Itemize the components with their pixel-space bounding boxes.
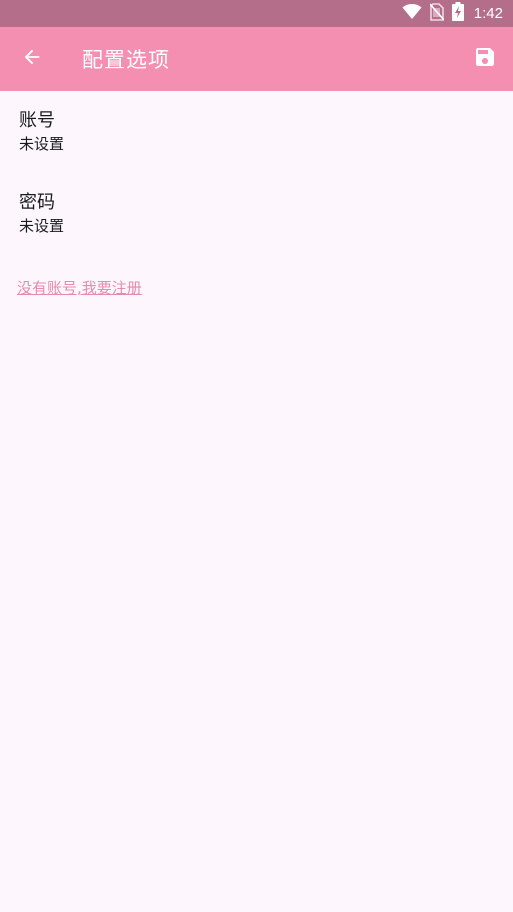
pref-summary-password: 未设置 xyxy=(19,217,65,235)
pref-summary-account: 未设置 xyxy=(19,135,65,153)
pref-item-password[interactable]: 密码 未设置 xyxy=(0,173,513,255)
page-title: 配置选项 xyxy=(82,48,170,72)
pref-title-account: 账号 xyxy=(19,110,55,131)
status-time: 1:42 xyxy=(473,5,503,22)
pref-item-account[interactable]: 账号 未设置 xyxy=(0,91,513,173)
status-bar: 1:42 xyxy=(0,0,513,27)
pref-title-password: 密码 xyxy=(19,192,55,213)
wifi-icon xyxy=(402,3,422,24)
status-icons: 1:42 xyxy=(402,2,503,25)
save-button[interactable] xyxy=(469,43,501,75)
register-link[interactable]: 没有账号,我要注册 xyxy=(17,277,142,298)
battery-charging-icon xyxy=(451,2,464,25)
toolbar: 配置选项 xyxy=(0,27,513,91)
arrow-back-icon xyxy=(21,46,43,72)
no-sim-icon xyxy=(429,2,445,25)
save-icon xyxy=(473,45,497,73)
back-button[interactable] xyxy=(0,27,64,91)
preferences-list: 账号 未设置 密码 未设置 没有账号,我要注册 xyxy=(0,91,513,298)
